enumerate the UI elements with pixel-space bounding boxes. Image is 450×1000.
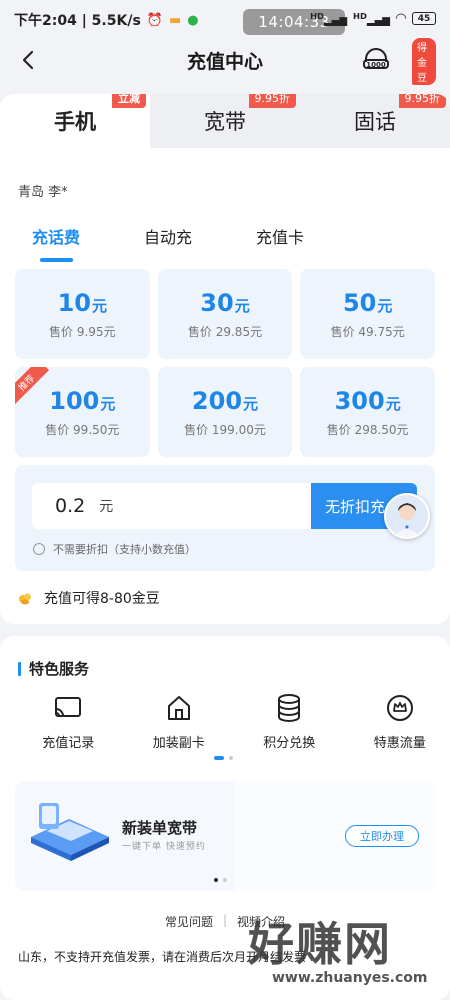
assistant-avatar-image <box>386 495 428 537</box>
headset-icon: 1000 <box>363 48 389 69</box>
service-page-indicator <box>214 756 233 760</box>
service-special-data[interactable]: 特惠流量 <box>350 692 450 751</box>
share-button[interactable]: 得金豆 <box>412 38 440 85</box>
custom-amount-box: 0.2 元 无折扣充 不需要折扣（支持小数充值） <box>15 465 435 571</box>
status-time-speed: 下午2:04 | 5.5K/s <box>14 13 141 29</box>
svg-text:1000: 1000 <box>366 61 386 69</box>
service-add-sub-card[interactable]: 加装副卡 <box>129 692 230 751</box>
tile-price: 售价 298.50元 <box>326 422 409 437</box>
banner-title: 新装单宽带 <box>122 819 198 837</box>
back-button[interactable] <box>14 46 42 74</box>
link-separator: | <box>222 913 228 927</box>
custom-amount-field[interactable]: 0.2 元 无折扣充 <box>32 483 417 529</box>
amount-tile[interactable]: 推荐 100元 售价 99.50元 <box>15 367 150 457</box>
tile-amount: 10元 <box>57 288 108 317</box>
subtab-recharge-card[interactable]: 充值卡 <box>224 224 336 248</box>
subtab-phone-bill[interactable]: 充话费 <box>0 224 112 262</box>
nav-bar: 充值中心 1000 得金豆 <box>0 38 450 85</box>
subtab-auto-recharge[interactable]: 自动充 <box>112 224 224 248</box>
page-dot-active <box>214 756 224 760</box>
no-discount-label: 不需要折扣（支持小数充值） <box>53 543 196 556</box>
tile-amount: 200元 <box>191 386 259 415</box>
sub-tabs: 充话费 自动充 充值卡 <box>0 224 336 262</box>
coins-stack-icon <box>273 692 305 724</box>
site-watermark: 好赚网 www.zhuanyes.com <box>244 908 450 1000</box>
service-label: 加装副卡 <box>152 736 205 751</box>
tile-price: 售价 9.95元 <box>49 324 116 339</box>
radio-icon[interactable] <box>33 543 45 555</box>
wifi-icon: ◠ <box>396 11 406 27</box>
service-label: 积分兑换 <box>263 736 316 751</box>
tab-mobile-label: 手机 <box>54 110 96 134</box>
page-title: 充值中心 <box>186 50 263 73</box>
notification-icon: ▬ <box>168 12 182 28</box>
tile-amount: 300元 <box>334 386 401 415</box>
assistant-avatar[interactable] <box>384 493 430 539</box>
tile-price: 售价 29.85元 <box>187 324 263 339</box>
crown-icon <box>384 692 416 724</box>
tile-amount: 100元 <box>49 386 116 415</box>
tab-mobile[interactable]: 手机 立减 <box>0 94 150 148</box>
service-items: 充值记录 加装副卡 积分兑换 特惠流量 <box>0 692 450 751</box>
service-label: 特惠流量 <box>373 736 426 751</box>
signal-hd-1: HD▂▄▆ <box>310 11 348 27</box>
tile-amount: 50元 <box>342 288 393 317</box>
user-location-name: 青岛 李* <box>18 185 68 200</box>
router-illustration <box>31 803 109 861</box>
chevron-left-icon <box>22 50 34 70</box>
tab-broadband-label: 宽带 <box>204 110 246 134</box>
recharge-record-icon <box>52 692 84 724</box>
broadband-banner[interactable]: 新装单宽带 一键下单 快速预约 立即办理 <box>15 781 435 891</box>
apply-now-button[interactable]: 立即办理 <box>345 825 419 847</box>
tab-broadband[interactable]: 宽带 9.95折 <box>150 94 300 148</box>
tab-broadband-badge: 9.95折 <box>248 94 296 108</box>
gold-bean-info: 充值可得8-80金豆 <box>18 588 160 608</box>
custom-amount-value[interactable]: 0.2 <box>55 495 85 517</box>
banner-dot <box>223 878 227 882</box>
status-bar: 下午2:04 | 5.5K/s ⏰ ▬ ● 14:04:33 HD▂▄▆ HD▂… <box>0 0 450 40</box>
recommended-ribbon: 推荐 <box>15 367 49 406</box>
banner-page-indicator <box>214 878 227 882</box>
gold-bean-icon <box>19 593 31 605</box>
service-recharge-record[interactable]: 充值记录 <box>18 692 119 751</box>
tile-amount: 30元 <box>200 288 250 317</box>
service-label: 充值记录 <box>42 736 95 751</box>
amount-tile[interactable]: 50元 售价 49.75元 <box>300 269 435 359</box>
amount-tile[interactable]: 30元 售价 29.85元 <box>157 269 293 359</box>
amount-grid: 10元 售价 9.95元 30元 售价 29.85元 50元 售价 49.75元… <box>15 269 435 457</box>
watermark-text: 好赚网 <box>248 917 392 971</box>
home-icon <box>163 692 195 724</box>
tile-price: 售价 99.50元 <box>45 422 120 437</box>
gold-bean-badge: 得金豆 <box>412 38 436 85</box>
service-points-exchange[interactable]: 积分兑换 <box>239 692 340 751</box>
banner-subtitle: 一键下单 快速预约 <box>122 842 206 852</box>
wechat-icon: ● <box>187 12 199 28</box>
watermark-url: www.zhuanyes.com <box>272 970 428 986</box>
tab-mobile-badge: 立减 <box>112 94 146 108</box>
banner-dot-active <box>214 878 218 882</box>
tab-landline-label: 固话 <box>354 110 396 134</box>
tab-landline-badge: 9.95折 <box>398 94 446 108</box>
amount-tile[interactable]: 300元 售价 298.50元 <box>300 367 435 457</box>
page-dot <box>229 756 233 760</box>
customer-service-button[interactable]: 1000 <box>362 46 390 74</box>
amount-tile[interactable]: 200元 售价 199.00元 <box>157 367 293 457</box>
recharge-card: 手机 立减 宽带 9.95折 固话 9.95折 青岛 李* 充话费 自动充 充值… <box>0 94 450 624</box>
tile-price: 售价 199.00元 <box>184 422 266 437</box>
battery-icon: 45 <box>412 12 436 26</box>
no-discount-option[interactable]: 不需要折扣（支持小数充值） <box>33 541 196 557</box>
faq-link[interactable]: 常见问题 <box>165 913 213 930</box>
category-tabs: 手机 立减 宽带 9.95折 固话 9.95折 <box>0 94 450 148</box>
tile-price: 售价 49.75元 <box>330 324 405 339</box>
alarm-icon: ⏰ <box>146 12 163 28</box>
tab-landline[interactable]: 固话 9.95折 <box>300 94 450 148</box>
gold-bean-text: 充值可得8-80金豆 <box>44 591 160 607</box>
amount-tile[interactable]: 10元 售价 9.95元 <box>15 269 150 359</box>
custom-amount-unit: 元 <box>99 499 114 515</box>
signal-hd-2: HD▂▄▆ <box>353 11 390 27</box>
section-title: 特色服务 <box>18 658 89 679</box>
